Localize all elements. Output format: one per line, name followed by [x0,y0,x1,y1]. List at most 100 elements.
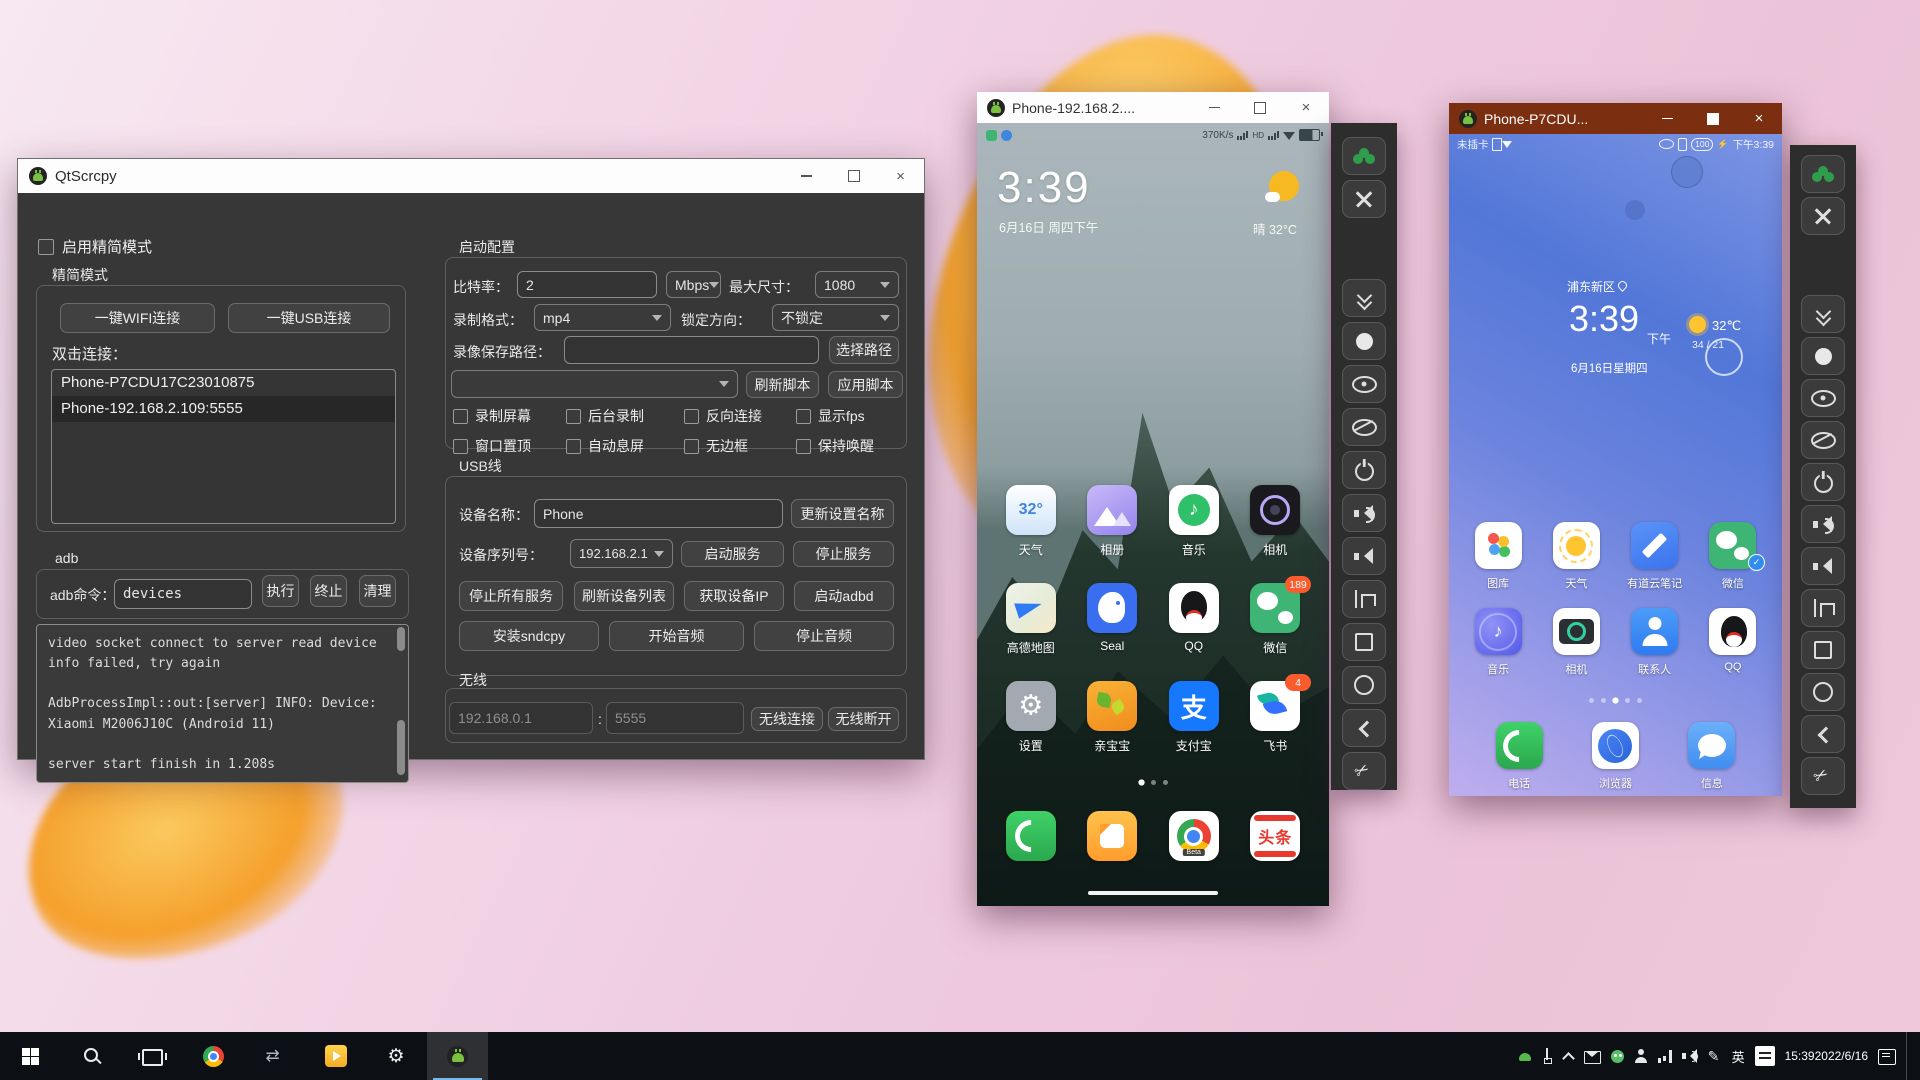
taskbar-clock[interactable]: 15:39 2022/6/16 [1785,1032,1868,1080]
app-shortcut[interactable]: 相册 [1072,475,1154,573]
tray-icon[interactable] [1583,1049,1601,1064]
start-service-button[interactable]: 启动服务 [681,541,784,567]
dock-app-shortcut[interactable]: 头条 [1235,801,1317,861]
phone1-screen[interactable]: 370K/s HD 3:39 6月16日 周四下午 晴 32°C 32° 天气 … [977,123,1329,906]
dock-app-shortcut[interactable] [1072,801,1154,861]
app-shortcut[interactable]: 高德地图 [990,573,1072,671]
toolbar-button[interactable] [1342,666,1386,704]
log-scrollbar[interactable] [396,627,406,780]
tray-icon[interactable] [1634,1049,1648,1063]
wireless-port-input[interactable] [606,702,744,734]
dock-app-shortcut[interactable]: 信息 [1688,712,1736,791]
toolbar-button[interactable] [1801,421,1845,459]
close-button[interactable]: × [1736,103,1782,134]
taskbar-app[interactable] [61,1032,122,1080]
toolbar-button[interactable] [1801,155,1845,193]
ime-indicator[interactable] [1754,1032,1775,1080]
option-checkbox[interactable]: 后台录制 [566,406,684,426]
minimize-button[interactable] [783,159,830,193]
toolbar-button[interactable] [1801,715,1845,753]
app-shortcut[interactable]: 4 飞书 [1235,671,1317,769]
app-shortcut[interactable]: 支 支付宝 [1153,671,1235,769]
checkbox[interactable] [796,438,811,454]
toolbar-button[interactable] [1342,537,1386,575]
phone1-title-bar[interactable]: Phone-192.168.2.... × [977,92,1329,123]
record-path-input[interactable] [564,336,819,364]
app-shortcut[interactable]: 相机 [1235,475,1317,573]
option-checkbox[interactable]: 显示fps [796,406,906,426]
taskbar-app[interactable] [305,1032,366,1080]
app-shortcut[interactable]: 设置 [990,671,1072,769]
taskbar-app[interactable] [427,1032,488,1080]
toolbar-button[interactable] [1342,137,1386,175]
toolbar-button[interactable] [1801,337,1845,375]
wireless-disconnect-button[interactable]: 无线断开 [828,707,899,731]
toolbar-button[interactable] [1342,451,1386,489]
action-center-button[interactable] [1878,1032,1896,1080]
get-device-ip-button[interactable]: 获取设备IP [684,581,784,611]
dock-app-shortcut[interactable] [990,801,1072,861]
taskbar-app[interactable] [183,1032,244,1080]
taskbar-app[interactable] [366,1032,427,1080]
toolbar-button[interactable] [1342,408,1386,446]
app-shortcut[interactable]: 天气 [1537,512,1615,598]
app-shortcut[interactable]: 亲宝宝 [1072,671,1154,769]
title-bar[interactable]: QtScrcpy × [18,159,924,193]
checkbox[interactable] [453,438,468,454]
device-list-item[interactable]: Phone-192.168.2.109:5555 [52,396,395,422]
phone2-title-bar[interactable]: Phone-P7CDU... × [1449,103,1782,134]
toolbar-button[interactable] [1342,180,1386,218]
toolbar-button[interactable] [1801,197,1845,235]
maximize-button[interactable] [830,159,877,193]
toolbar-button[interactable] [1801,673,1845,711]
toolbar-button[interactable] [1342,580,1386,618]
close-button[interactable]: × [877,159,924,193]
toolbar-button[interactable] [1342,709,1386,747]
toolbar-button[interactable] [1342,322,1386,360]
app-shortcut[interactable]: 微信 [1694,512,1772,598]
minimize-button[interactable] [1191,92,1237,123]
app-shortcut[interactable]: 联系人 [1616,598,1694,684]
option-checkbox[interactable]: 录制屏幕 [453,406,566,426]
toolbar-button[interactable] [1342,623,1386,661]
toolbar-button[interactable] [1342,365,1386,403]
device-list[interactable]: Phone-P7CDU17C23010875 Phone-192.168.2.1… [51,369,396,524]
refresh-script-button[interactable]: 刷新脚本 [746,371,819,398]
toolbar-button[interactable] [1342,752,1386,790]
toolbar-button[interactable] [1801,757,1845,795]
toolbar-button[interactable] [1801,547,1845,585]
checkbox[interactable] [38,238,54,255]
max-size-dropdown[interactable]: 1080 [815,271,899,298]
toolbar-button[interactable] [1801,589,1845,627]
checkbox[interactable] [684,438,699,454]
option-checkbox[interactable]: 保持唤醒 [796,436,906,456]
app-shortcut[interactable]: 32° 天气 [990,475,1072,573]
app-shortcut[interactable]: 图库 [1459,512,1537,598]
start-audio-button[interactable]: 开始音频 [609,621,744,651]
device-list-item[interactable]: Phone-P7CDU17C23010875 [52,370,395,396]
tray-icon[interactable] [1562,1051,1574,1061]
bitrate-input[interactable] [517,271,657,298]
minimize-button[interactable] [1644,103,1690,134]
dock-app-shortcut[interactable]: Beta [1153,801,1235,861]
close-button[interactable]: × [1283,92,1329,123]
tray-icon[interactable] [1708,1048,1722,1065]
checkbox[interactable] [566,408,581,424]
tray-icon[interactable] [1542,1048,1552,1064]
toolbar-button[interactable] [1801,505,1845,543]
start-adbd-button[interactable]: 启动adbd [794,581,894,611]
script-dropdown[interactable] [451,370,738,398]
option-checkbox[interactable]: 自动息屏 [566,436,684,456]
scrollbar-thumb[interactable] [397,720,405,775]
one-key-usb-button[interactable]: 一键USB连接 [228,303,390,333]
toolbar-button[interactable] [1342,279,1386,317]
toolbar-button[interactable] [1801,463,1845,501]
tray-icon[interactable] [1610,1049,1624,1063]
phone2-screen[interactable]: 未插卡 100 ⚡ 下午3:39 浦东新区 3:39 下午 32℃ 34 / 2… [1449,134,1782,796]
adb-clear-button[interactable]: 清理 [359,575,396,607]
stop-all-services-button[interactable]: 停止所有服务 [459,581,563,611]
install-sndcpy-button[interactable]: 安装sndcpy [459,621,599,651]
checkbox[interactable] [566,438,581,454]
maximize-button[interactable] [1237,92,1283,123]
app-shortcut[interactable]: Seal [1072,573,1154,671]
